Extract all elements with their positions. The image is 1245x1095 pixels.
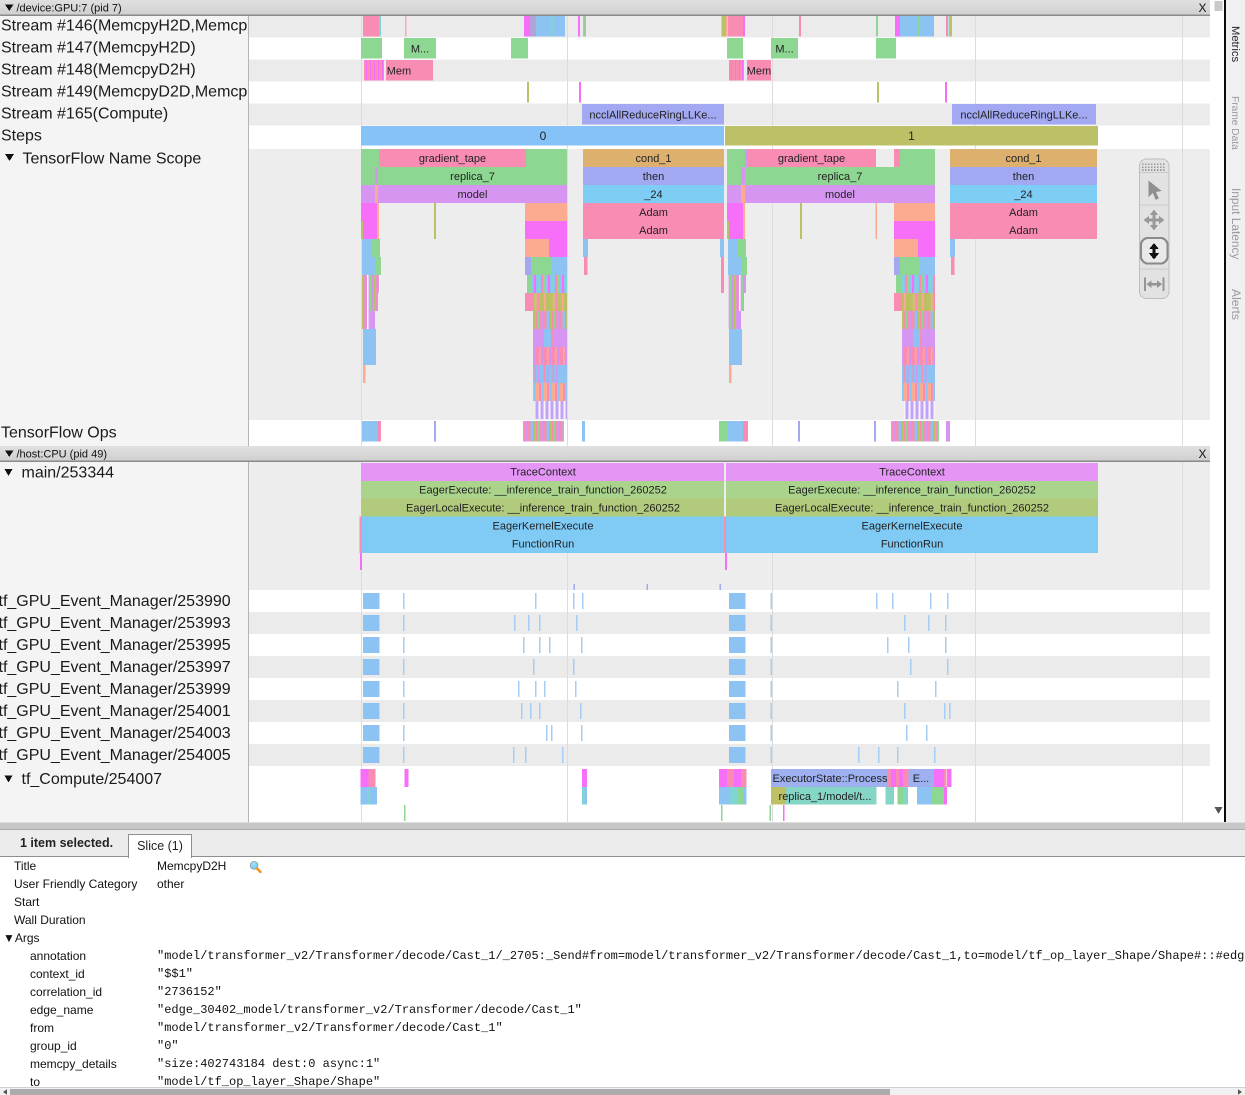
svg-text:Steps: Steps — [1, 128, 42, 145]
svg-text:tf_GPU_Event_Manager/254001: tf_GPU_Event_Manager/254001 — [0, 703, 231, 720]
svg-text:FunctionRun: FunctionRun — [512, 539, 574, 551]
svg-text:X: X — [1198, 447, 1206, 461]
svg-text:EagerLocalExecute: __inference: EagerLocalExecute: __inference_train_fun… — [406, 503, 680, 515]
svg-text:Adam: Adam — [1009, 207, 1038, 219]
svg-text:E...: E... — [913, 773, 930, 785]
svg-text:M...: M... — [775, 44, 793, 56]
svg-text:TensorFlow Ops: TensorFlow Ops — [1, 425, 117, 442]
svg-text:Stream #146(MemcpyH2D,Memcpy: Stream #146(MemcpyH2D,Memcpy — [1, 18, 255, 35]
svg-text:then: then — [1013, 171, 1034, 183]
svg-text:tf_GPU_Event_Manager/254005: tf_GPU_Event_Manager/254005 — [0, 747, 231, 764]
svg-text:Adam: Adam — [639, 207, 668, 219]
svg-text:tf_GPU_Event_Manager/253995: tf_GPU_Event_Manager/253995 — [0, 637, 231, 654]
svg-text:cond_1: cond_1 — [635, 153, 671, 165]
svg-text:ncclAllReduceRingLLKe...: ncclAllReduceRingLLKe... — [589, 110, 716, 122]
svg-text:EagerExecute: __inference_trai: EagerExecute: __inference_train_function… — [419, 485, 667, 497]
svg-text:Adam: Adam — [1009, 225, 1038, 237]
svg-text:1: 1 — [908, 129, 915, 143]
svg-text:ExecutorState::Process: ExecutorState::Process — [773, 773, 888, 785]
svg-text:tf_GPU_Event_Manager/253999: tf_GPU_Event_Manager/253999 — [0, 681, 231, 698]
svg-text:/device:GPU:7 (pid 7): /device:GPU:7 (pid 7) — [17, 3, 122, 15]
svg-text:gradient_tape: gradient_tape — [419, 153, 486, 165]
svg-text:Stream #149(MemcpyD2D,Memcpy: Stream #149(MemcpyD2D,Memcpy — [1, 84, 255, 101]
svg-text:ncclAllReduceRingLLKe...: ncclAllReduceRingLLKe... — [960, 110, 1087, 122]
svg-text:Stream #165(Compute): Stream #165(Compute) — [1, 106, 168, 123]
svg-text:EagerKernelExecute: EagerKernelExecute — [493, 521, 594, 533]
svg-text:EagerKernelExecute: EagerKernelExecute — [862, 521, 963, 533]
svg-text:0: 0 — [540, 129, 547, 143]
svg-text:tf_Compute/254007: tf_Compute/254007 — [22, 771, 163, 788]
svg-text:M...: M... — [411, 44, 429, 56]
svg-text:replica_1/model/t...: replica_1/model/t... — [779, 791, 872, 803]
svg-text:replica_7: replica_7 — [818, 171, 863, 183]
svg-text:tf_GPU_Event_Manager/253990: tf_GPU_Event_Manager/253990 — [0, 593, 231, 610]
svg-text:cond_1: cond_1 — [1005, 153, 1041, 165]
svg-text:main/253344: main/253344 — [22, 465, 115, 482]
svg-text:model: model — [458, 189, 488, 201]
svg-text:TraceContext: TraceContext — [879, 467, 945, 479]
svg-text:X: X — [1198, 1, 1206, 15]
svg-text:TensorFlow Name Scope: TensorFlow Name Scope — [23, 151, 202, 168]
svg-text:replica_7: replica_7 — [450, 171, 495, 183]
svg-text:model: model — [825, 189, 855, 201]
svg-text:Mem: Mem — [387, 66, 411, 78]
svg-text:_24: _24 — [1013, 189, 1032, 201]
svg-text:then: then — [643, 171, 664, 183]
svg-text:Mem: Mem — [747, 66, 771, 78]
svg-text:FunctionRun: FunctionRun — [881, 539, 943, 551]
svg-text:tf_GPU_Event_Manager/253993: tf_GPU_Event_Manager/253993 — [0, 615, 231, 632]
svg-text:_24: _24 — [643, 189, 662, 201]
svg-text:gradient_tape: gradient_tape — [778, 153, 845, 165]
svg-text:Stream #147(MemcpyH2D): Stream #147(MemcpyH2D) — [1, 40, 196, 57]
svg-text:tf_GPU_Event_Manager/254003: tf_GPU_Event_Manager/254003 — [0, 725, 231, 742]
svg-text:tf_GPU_Event_Manager/253997: tf_GPU_Event_Manager/253997 — [0, 659, 231, 676]
svg-text:/host:CPU (pid 49): /host:CPU (pid 49) — [17, 449, 107, 461]
svg-text:Stream #148(MemcpyD2H): Stream #148(MemcpyD2H) — [1, 62, 196, 79]
svg-text:EagerLocalExecute: __inference: EagerLocalExecute: __inference_train_fun… — [775, 503, 1049, 515]
svg-text:Adam: Adam — [639, 225, 668, 237]
svg-text:EagerExecute: __inference_trai: EagerExecute: __inference_train_function… — [788, 485, 1036, 497]
svg-text:TraceContext: TraceContext — [510, 467, 576, 479]
